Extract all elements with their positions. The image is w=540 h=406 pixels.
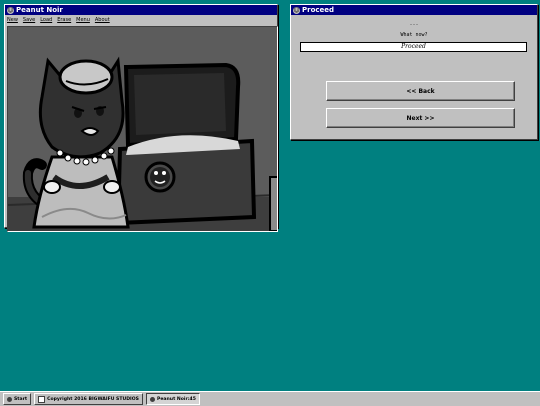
task-label: Peanut Noir:45 — [156, 396, 196, 402]
menu-menu[interactable]: Menu — [76, 17, 90, 23]
question-text: What now? — [400, 32, 428, 38]
back-button[interactable]: << Back — [326, 81, 515, 101]
ellipsis-text: ... — [409, 21, 419, 27]
start-button[interactable]: Start — [3, 393, 32, 405]
document-icon — [38, 395, 46, 403]
prompt-window-title: Proceed — [302, 6, 335, 14]
copyright-label: Copyright 2016 BIGWAIFU STUDIOS — [47, 396, 139, 402]
menu-save[interactable]: Save — [23, 17, 35, 23]
task-peanut-noir[interactable]: Peanut Noir:45 — [145, 393, 200, 405]
start-label: Start — [14, 396, 28, 402]
menu-new[interactable]: New — [7, 17, 18, 23]
copyright-item[interactable]: Copyright 2016 BIGWAIFU STUDIOS — [34, 393, 143, 405]
taskbar: Start Copyright 2016 BIGWAIFU STUDIOS Pe… — [0, 391, 540, 406]
menu-load[interactable]: Load — [40, 17, 52, 23]
game-window-titlebar[interactable]: ☺ Peanut Noir — [5, 5, 277, 15]
menu-erase[interactable]: Erase — [57, 17, 71, 23]
scene-illustration — [8, 27, 277, 231]
menu-about[interactable]: About — [95, 17, 110, 23]
app-icon: ☺ — [293, 6, 300, 14]
game-scene[interactable] — [7, 26, 278, 232]
app-icon: ☺ — [7, 6, 14, 14]
prompt-window-titlebar[interactable]: ☺ Proceed — [291, 5, 537, 15]
app-icon — [149, 396, 155, 402]
prompt-window: ☺ Proceed ... What now? Proceed << Back … — [290, 4, 538, 140]
answer-field[interactable]: Proceed — [300, 42, 527, 52]
game-window: ☺ Peanut Noir New Save Load Erase Menu A… — [4, 4, 278, 232]
menu-bar: New Save Load Erase Menu About — [5, 15, 277, 24]
start-icon — [7, 396, 12, 402]
game-window-title: Peanut Noir — [16, 6, 63, 14]
next-button[interactable]: Next >> — [326, 108, 515, 128]
